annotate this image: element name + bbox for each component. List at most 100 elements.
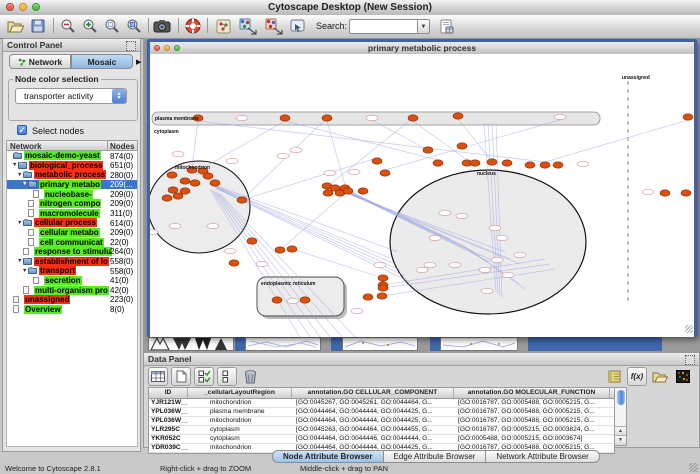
node-unselected[interactable]	[366, 115, 378, 120]
node-unselected[interactable]	[416, 267, 428, 272]
node-unselected[interactable]	[577, 161, 589, 166]
tree-row-secretion[interactable]: secretion41(0)	[7, 276, 137, 286]
node-selected[interactable]	[453, 113, 463, 119]
edge[interactable]	[292, 249, 383, 278]
tree-row-mosaic-demo-yeast[interactable]: mosaic-demo-yeast874(0)	[7, 151, 137, 161]
edge[interactable]	[285, 121, 438, 160]
node-selected[interactable]	[280, 115, 290, 121]
tree-row-macromolecule[interactable]: macromolecule311(0)	[7, 209, 137, 219]
attribute-matrix-button[interactable]	[673, 367, 693, 386]
background-window-fragment[interactable]	[148, 337, 234, 351]
node-unselected[interactable]	[429, 235, 441, 240]
delete-attribute-button[interactable]	[240, 367, 260, 386]
import-attributes-button[interactable]	[650, 367, 670, 386]
tab-network[interactable]: Network	[9, 54, 71, 69]
node-selected[interactable]	[180, 188, 190, 194]
function-builder-button[interactable]: f(x)	[627, 367, 647, 386]
node-selected[interactable]	[525, 162, 535, 168]
node-selected[interactable]	[380, 170, 390, 176]
node-selected[interactable]	[372, 158, 382, 164]
background-window-fragment[interactable]	[331, 337, 342, 351]
node-selected[interactable]	[540, 162, 550, 168]
network-window[interactable]: primary metabolic process plasma membran…	[147, 39, 697, 337]
node-unselected[interactable]	[489, 225, 501, 230]
float-panel-icon[interactable]	[126, 41, 136, 51]
node-selected[interactable]	[553, 162, 563, 168]
node-selected[interactable]	[229, 260, 239, 266]
node-unselected[interactable]	[169, 223, 181, 228]
snapshot-button[interactable]	[152, 17, 172, 35]
background-window-fragment[interactable]	[235, 337, 245, 351]
node-selected[interactable]	[162, 195, 172, 201]
node-unselected[interactable]	[351, 308, 363, 313]
node-unselected[interactable]	[424, 262, 436, 267]
new-attribute-button[interactable]	[171, 367, 191, 386]
node-selected[interactable]	[322, 115, 332, 121]
node-unselected[interactable]	[496, 235, 508, 240]
background-window-fragment[interactable]	[245, 337, 321, 351]
frame-resize-grip[interactable]	[685, 325, 693, 333]
node-selected[interactable]	[272, 297, 282, 303]
node-unselected[interactable]	[290, 147, 302, 152]
zoom-out-button[interactable]	[58, 17, 78, 35]
column-header[interactable]: ID	[149, 388, 188, 398]
node-selected[interactable]	[378, 275, 388, 281]
node-unselected[interactable]	[256, 261, 268, 266]
node-unselected[interactable]	[172, 151, 184, 156]
node-selected[interactable]	[287, 246, 297, 252]
unselect-attributes-button[interactable]	[217, 367, 237, 386]
attribute-grid-button[interactable]	[148, 367, 168, 386]
help-button[interactable]	[183, 17, 203, 35]
search-settings-button[interactable]	[436, 17, 456, 35]
node-unselected[interactable]	[277, 153, 289, 158]
edge[interactable]	[242, 118, 327, 200]
tree-row-establishment-of-lo[interactable]: ▼establishment of lo558(0)	[7, 257, 137, 267]
scroll-down-icon[interactable]: ▼	[615, 435, 626, 445]
tree-row-transport[interactable]: ▼transport558(0)	[7, 266, 137, 276]
tree-column-nodes[interactable]: Nodes	[110, 142, 134, 151]
node-selected[interactable]	[681, 190, 691, 196]
tab-scroll-right-icon[interactable]: ▶	[136, 58, 141, 66]
table-row[interactable]: YKR052Ccytoplasm[GO:0044464, GO:0044446,…	[149, 435, 614, 444]
node-selected[interactable]	[660, 190, 670, 196]
network-canvas[interactable]: plasma membranecytoplasmmitochondrionnuc…	[150, 54, 694, 337]
layout-nodes-button[interactable]	[238, 17, 258, 35]
zoom-fit-button[interactable]	[124, 17, 144, 35]
node-unselected[interactable]	[374, 262, 386, 267]
expand-arrow-icon[interactable]: ▼	[17, 172, 22, 178]
background-window-fragment[interactable]	[528, 337, 662, 351]
tree-row-nucleobase-[interactable]: nucleobase-209(0)	[7, 189, 137, 199]
node-unselected[interactable]	[449, 262, 461, 267]
node-selected[interactable]	[173, 193, 183, 199]
node-selected[interactable]	[423, 147, 433, 153]
node-color-dropdown[interactable]: transporter activity ▲▼	[15, 88, 127, 104]
tree-row-cellular-process[interactable]: ▼cellular process614(0)	[7, 218, 137, 228]
node-selected[interactable]	[190, 180, 200, 186]
node-selected[interactable]	[378, 285, 388, 291]
node-selected[interactable]	[247, 238, 257, 244]
tree-row-response-to-stimulu[interactable]: response to stimulu264(0)	[7, 247, 137, 257]
node-selected[interactable]	[433, 160, 443, 166]
table-row[interactable]: YPL036W__2plasma membrane[GO:0044464, GO…	[149, 408, 614, 417]
node-unselected[interactable]	[456, 213, 468, 218]
edge[interactable]	[203, 121, 285, 168]
tab-edge-attribute-browser[interactable]: Edge Attribute Browser	[384, 450, 487, 463]
node-selected[interactable]	[237, 197, 247, 203]
tree-row-cell-communicat[interactable]: cell communicat22(0)	[7, 237, 137, 247]
table-scrollbar[interactable]: ▲ ▼	[614, 387, 627, 446]
tab-network-attribute-browser[interactable]: Network Attribute Browser	[486, 450, 599, 463]
search-dropdown-button[interactable]: ▼	[417, 19, 430, 34]
node-selected[interactable]	[168, 187, 178, 193]
layout-edges-button[interactable]	[264, 17, 284, 35]
tree-row-metabolic-process[interactable]: ▼metabolic process280(0)	[7, 170, 137, 180]
node-unselected[interactable]	[207, 223, 219, 228]
tree-row-cellular-metabo[interactable]: cellular metabo209(0)	[7, 228, 137, 238]
destroy-network-button[interactable]	[213, 17, 233, 35]
node-selected[interactable]	[180, 178, 190, 184]
expand-arrow-icon[interactable]: ▼	[22, 268, 27, 274]
node-selected[interactable]	[487, 159, 497, 165]
edge[interactable]	[192, 121, 198, 167]
tree-row-nitrogen-compo[interactable]: nitrogen compo209(0)	[7, 199, 137, 209]
node-selected[interactable]	[377, 293, 387, 299]
tree-row-overview[interactable]: Overview8(0)	[7, 305, 137, 315]
